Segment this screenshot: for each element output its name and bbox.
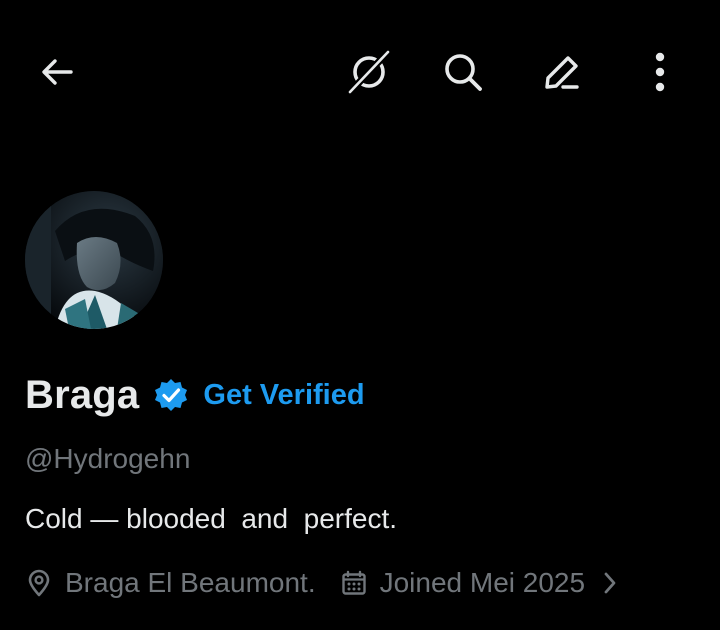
grok-icon [346, 48, 392, 96]
search-button[interactable] [435, 44, 491, 100]
search-icon [445, 54, 482, 91]
avatar[interactable] [25, 191, 163, 329]
bio-text: Cold — blooded and perfect. [25, 503, 398, 534]
user-handle: @Hydrogehn [25, 443, 191, 474]
chevron-right-icon[interactable] [599, 569, 621, 597]
more-options-button[interactable] [632, 44, 688, 100]
grok-button[interactable] [341, 44, 397, 100]
joined-item: Joined Mei 2025 [340, 562, 585, 604]
name-row: Braga Get Verified [25, 368, 365, 422]
edit-button[interactable] [533, 44, 589, 100]
verified-badge-icon[interactable] [153, 377, 189, 413]
get-verified-link[interactable]: Get Verified [203, 368, 364, 422]
location-pin-icon [25, 569, 53, 597]
profile-meta-row: Braga El Beaumont. Joined Mei 2025 [25, 562, 621, 604]
location-text: Braga El Beaumont. [65, 567, 316, 598]
joined-text: Joined Mei 2025 [379, 567, 586, 598]
edit-icon [545, 56, 579, 89]
display-name: Braga [25, 373, 140, 417]
location-item: Braga El Beaumont. [25, 562, 316, 604]
back-button[interactable] [29, 44, 85, 100]
more-vertical-icon [655, 52, 665, 92]
back-arrow-icon [42, 59, 73, 85]
calendar-icon [340, 569, 368, 597]
avatar-photo [25, 191, 163, 329]
top-bar [0, 0, 720, 145]
